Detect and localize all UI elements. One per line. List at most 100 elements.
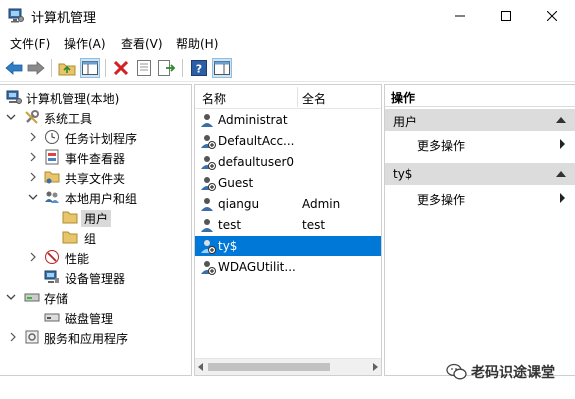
section-label: 用户	[393, 115, 418, 129]
list-item[interactable]: DefaultAcc...	[195, 131, 381, 151]
user-icon	[200, 196, 216, 212]
chevron-down-icon[interactable]	[26, 189, 40, 205]
storage-icon	[24, 289, 40, 305]
watermark-text: 老码识途课堂	[471, 365, 555, 381]
tree-item-label: 任务计划程序	[65, 132, 138, 146]
device-manager-icon	[44, 269, 60, 285]
user-name-text: ty$	[218, 239, 238, 253]
maximize-button[interactable]	[483, 0, 529, 31]
list-item[interactable]: defaultuser0	[195, 152, 381, 172]
chevron-down-icon[interactable]	[4, 109, 18, 125]
submenu-arrow-icon	[560, 193, 565, 203]
collapse-icon[interactable]	[556, 171, 566, 177]
wechat-icon	[446, 363, 467, 380]
list-item[interactable]: test test	[195, 215, 381, 235]
actions-pane: 操作 用户 更多操作 ty$ 更多操作	[384, 84, 575, 376]
tree-item-services-applications[interactable]: 服务和应用程序	[0, 327, 190, 347]
menu-help[interactable]: 帮助(H)	[176, 35, 218, 52]
delete-icon[interactable]	[111, 58, 131, 78]
tree-item-task-scheduler[interactable]: 任务计划程序	[0, 127, 190, 147]
actions-title: 操作	[385, 85, 575, 107]
chevron-right-icon[interactable]	[26, 169, 40, 185]
tree-item-shared-folders[interactable]: 共享文件夹	[0, 167, 190, 187]
list-item-selected[interactable]: ty$	[195, 236, 381, 256]
more-actions-link[interactable]: 更多操作	[385, 187, 575, 209]
chevron-right-icon[interactable]	[6, 329, 20, 345]
tree-item-label: 设备管理器	[65, 272, 126, 286]
tree-item-groups[interactable]: 组	[0, 227, 190, 247]
tools-icon	[24, 109, 40, 125]
watermark: 老码识途课堂	[446, 360, 555, 384]
console-tree: 计算机管理(本地) 系统工具 任务计划程序 事件查看器 共享文件夹 本地用户和组…	[0, 84, 192, 376]
export-icon[interactable]	[157, 58, 177, 78]
tree-item-storage[interactable]: 存储	[0, 287, 190, 307]
list-item[interactable]: WDAGUtilit...	[195, 257, 381, 277]
column-divider[interactable]	[297, 87, 298, 107]
user-name: defaultuser0	[218, 155, 295, 169]
users-list: 名称 全名 Administrat DefaultAcc... defaultu…	[194, 84, 382, 376]
users-group-icon	[44, 189, 60, 205]
tree-item-system-tools[interactable]: 系统工具	[0, 107, 190, 127]
menu-file[interactable]: 文件(F)	[10, 35, 50, 52]
up-folder-icon[interactable]	[57, 58, 77, 78]
list-header: 名称 全名	[195, 85, 381, 109]
window-title: 计算机管理	[31, 11, 97, 26]
minimize-button[interactable]	[437, 0, 483, 31]
list-item[interactable]: qiangu Admin	[195, 194, 381, 214]
collapse-icon[interactable]	[556, 117, 566, 123]
chevron-right-icon[interactable]	[26, 129, 40, 145]
computer-management-icon	[6, 89, 22, 105]
close-button[interactable]	[529, 0, 575, 31]
chevron-right-icon[interactable]	[26, 249, 40, 265]
chevron-down-icon[interactable]	[4, 289, 18, 305]
disabled-user-icon	[200, 133, 216, 149]
actions-section-users[interactable]: 用户	[385, 109, 575, 131]
tree-item-device-manager[interactable]: 设备管理器	[0, 267, 190, 287]
tree-item-performance[interactable]: 性能	[0, 247, 190, 267]
more-actions-label: 更多操作	[417, 139, 466, 153]
menu-action[interactable]: 操作(A)	[64, 35, 106, 52]
show-hide-tree-icon[interactable]	[80, 58, 100, 78]
disabled-user-icon	[200, 238, 216, 254]
computer-management-icon	[8, 8, 24, 23]
tree-item-label: 服务和应用程序	[44, 332, 129, 346]
column-header-fullname[interactable]: 全名	[302, 90, 326, 107]
forward-icon[interactable]	[26, 58, 46, 78]
more-actions-link[interactable]: 更多操作	[385, 133, 575, 155]
user-name: qiangu	[218, 197, 260, 211]
scroll-right-icon[interactable]	[373, 363, 378, 371]
tree-item-disk-management[interactable]: 磁盘管理	[0, 307, 190, 327]
menu-bar: 文件(F) 操作(A) 查看(V) 帮助(H)	[0, 31, 575, 53]
column-header-name[interactable]: 名称	[202, 90, 226, 107]
user-fullname: test	[302, 218, 326, 232]
title-bar: 计算机管理	[0, 0, 575, 31]
user-name: test	[218, 218, 242, 232]
chevron-right-icon[interactable]	[26, 149, 40, 165]
tree-item-local-users-groups[interactable]: 本地用户和组	[0, 187, 190, 207]
list-item[interactable]: Guest	[195, 173, 381, 193]
more-actions-label: 更多操作	[417, 193, 466, 207]
performance-icon	[44, 249, 60, 265]
horizontal-scrollbar[interactable]	[195, 358, 381, 375]
tree-item-users[interactable]: 用户	[0, 207, 190, 227]
scrollbar-thumb[interactable]	[208, 363, 330, 371]
tree-item-label: 性能	[65, 252, 90, 266]
tree-item-event-viewer[interactable]: 事件查看器	[0, 147, 190, 167]
list-item[interactable]: Administrat	[195, 110, 381, 130]
tree-item-label: 事件查看器	[65, 152, 126, 166]
tree-item-label: 计算机管理(本地)	[26, 92, 120, 106]
disabled-user-icon	[200, 154, 216, 170]
folder-icon	[62, 209, 78, 225]
menu-view[interactable]: 查看(V)	[121, 35, 163, 52]
scroll-left-icon[interactable]	[198, 363, 203, 371]
shared-folder-icon	[44, 169, 60, 185]
help-icon[interactable]: ?	[189, 58, 209, 78]
tree-item-computer-management[interactable]: 计算机管理(本地)	[0, 87, 190, 107]
tree-item-label: 存储	[44, 292, 69, 306]
user-name: WDAGUtilit...	[218, 260, 296, 274]
properties-icon[interactable]	[134, 58, 154, 78]
tree-item-label: 组	[84, 232, 97, 246]
back-icon[interactable]	[4, 58, 24, 78]
action-pane-icon[interactable]	[212, 58, 232, 78]
actions-section-selected-user[interactable]: ty$	[385, 163, 575, 185]
